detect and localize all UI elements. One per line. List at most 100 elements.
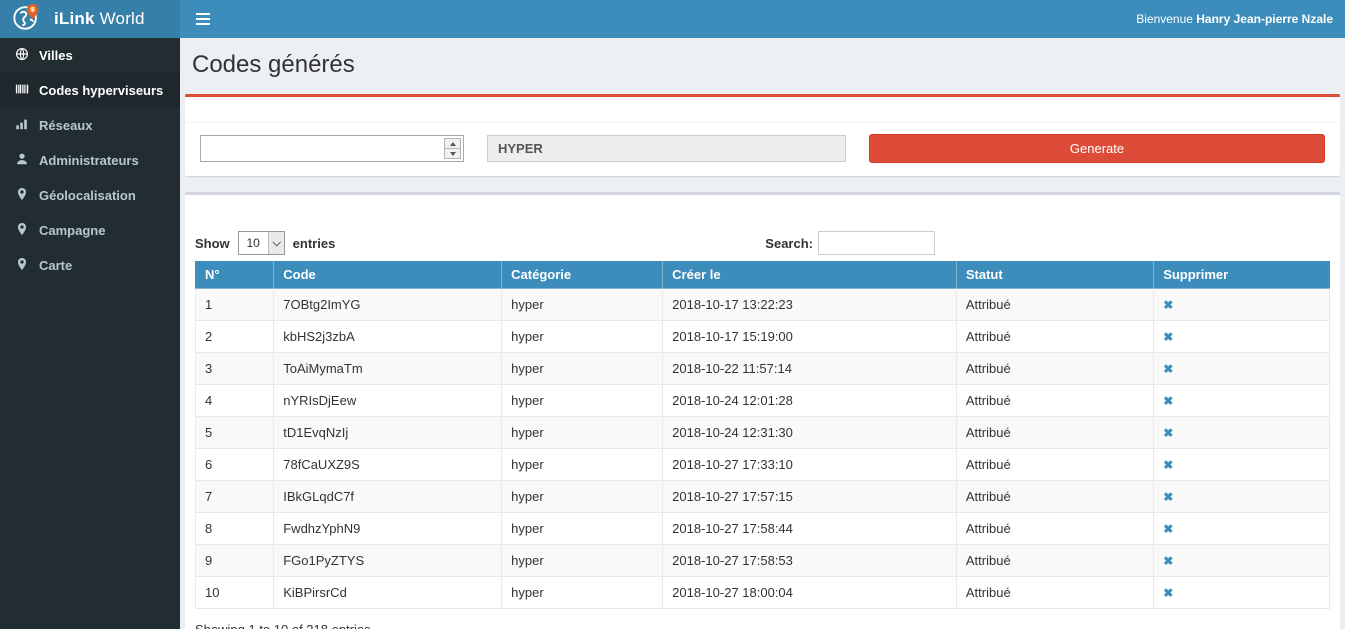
user-name: Hanry Jean-pierre Nzale: [1196, 12, 1333, 26]
cell-delete: ✖: [1154, 385, 1330, 417]
generate-button[interactable]: Generate: [869, 134, 1325, 163]
cell-num: 10: [196, 577, 274, 609]
sidebar-item-carte[interactable]: Carte: [0, 248, 180, 283]
cell-status: Attribué: [956, 481, 1153, 513]
search-input[interactable]: [818, 231, 935, 255]
table-body: 17OBtg2ImYGhyper2018-10-17 13:22:23Attri…: [196, 289, 1330, 609]
cell-code: FGo1PyZTYS: [274, 545, 502, 577]
main-content: Codes générés Generate Show 10: [180, 38, 1345, 629]
delete-icon[interactable]: ✖: [1163, 362, 1173, 376]
column-header[interactable]: N°: [196, 261, 274, 289]
column-header[interactable]: Catégorie: [502, 261, 663, 289]
sidebar-item-campagne[interactable]: Campagne: [0, 213, 180, 248]
codes-table: N°CodeCatégorieCréer leStatutSupprimer 1…: [195, 261, 1330, 609]
page-length-value: 10: [239, 236, 268, 250]
delete-icon[interactable]: ✖: [1163, 330, 1173, 344]
cell-status: Attribué: [956, 577, 1153, 609]
cell-delete: ✖: [1154, 545, 1330, 577]
cell-num: 1: [196, 289, 274, 321]
app-logo-area[interactable]: $ iLink World: [0, 0, 180, 38]
page-length-control: Show 10 entries: [195, 231, 335, 255]
show-label: Show: [195, 236, 230, 251]
sidebar-item-label: Campagne: [39, 223, 105, 238]
map-marker-icon: [15, 187, 29, 204]
cell-created: 2018-10-24 12:31:30: [663, 417, 957, 449]
cell-category: hyper: [502, 385, 663, 417]
stepper-controls[interactable]: [444, 138, 461, 159]
cell-created: 2018-10-27 17:58:44: [663, 513, 957, 545]
cell-category: hyper: [502, 545, 663, 577]
cell-created: 2018-10-17 15:19:00: [663, 321, 957, 353]
cell-created: 2018-10-24 12:01:28: [663, 385, 957, 417]
cell-num: 4: [196, 385, 274, 417]
quantity-stepper[interactable]: [200, 135, 464, 162]
cell-created: 2018-10-17 13:22:23: [663, 289, 957, 321]
page-title: Codes générés: [192, 51, 1333, 79]
cell-num: 9: [196, 545, 274, 577]
quantity-input[interactable]: [201, 136, 444, 161]
cell-category: hyper: [502, 417, 663, 449]
sidebar-item-codes-hyperviseurs[interactable]: Codes hyperviseurs: [0, 73, 180, 108]
cell-num: 7: [196, 481, 274, 513]
sidebar: Villes Codes hyperviseurs RéseauxAdministr…: [0, 38, 180, 629]
delete-icon[interactable]: ✖: [1163, 554, 1173, 568]
map-marker-icon: [15, 222, 29, 239]
cell-category: hyper: [502, 449, 663, 481]
table-header: N°CodeCatégorieCréer leStatutSupprimer: [196, 261, 1330, 289]
column-header[interactable]: Code: [274, 261, 502, 289]
cell-delete: ✖: [1154, 417, 1330, 449]
globe-icon: [15, 47, 29, 64]
cell-status: Attribué: [956, 449, 1153, 481]
table-row: 678fCaUXZ9Shyper2018-10-27 17:33:10Attri…: [196, 449, 1330, 481]
cell-delete: ✖: [1154, 289, 1330, 321]
delete-icon[interactable]: ✖: [1163, 298, 1173, 312]
cell-code: tD1EvqNzIj: [274, 417, 502, 449]
map-marker-icon: [15, 257, 29, 274]
cell-status: Attribué: [956, 289, 1153, 321]
cell-created: 2018-10-22 11:57:14: [663, 353, 957, 385]
delete-icon[interactable]: ✖: [1163, 522, 1173, 536]
cell-code: KiBPirsrCd: [274, 577, 502, 609]
sidebar-item-r-seaux[interactable]: Réseaux: [0, 108, 180, 143]
cell-delete: ✖: [1154, 577, 1330, 609]
column-header[interactable]: Statut: [956, 261, 1153, 289]
sidebar-item-villes[interactable]: Villes: [0, 38, 180, 73]
delete-icon[interactable]: ✖: [1163, 586, 1173, 600]
sidebar-toggle-icon[interactable]: [180, 0, 226, 38]
cell-created: 2018-10-27 18:00:04: [663, 577, 957, 609]
delete-icon[interactable]: ✖: [1163, 426, 1173, 440]
delete-icon[interactable]: ✖: [1163, 490, 1173, 504]
welcome-text: Bienvenue Hanry Jean-pierre Nzale: [1136, 12, 1345, 26]
chevron-down-icon: [268, 232, 284, 254]
cell-code: 78fCaUXZ9S: [274, 449, 502, 481]
table-row: 3ToAiMymaTmhyper2018-10-22 11:57:14Attri…: [196, 353, 1330, 385]
app-logo-icon: $: [12, 2, 42, 37]
sidebar-item-g-olocalisation[interactable]: Géolocalisation: [0, 178, 180, 213]
cell-code: kbHS2j3zbA: [274, 321, 502, 353]
generator-form: Generate: [185, 123, 1340, 176]
delete-icon[interactable]: ✖: [1163, 394, 1173, 408]
category-field: [487, 135, 846, 162]
cell-delete: ✖: [1154, 353, 1330, 385]
cell-status: Attribué: [956, 385, 1153, 417]
table-row: 10KiBPirsrCdhyper2018-10-27 18:00:04Attr…: [196, 577, 1330, 609]
sidebar-item-label: Villes: [39, 48, 73, 63]
user-icon: [15, 152, 29, 169]
table-box: Show 10 entries Search: N°CodeCatégorieC…: [185, 192, 1340, 629]
cell-status: Attribué: [956, 545, 1153, 577]
sidebar-item-label: Codes hyperviseurs: [39, 83, 163, 98]
cell-delete: ✖: [1154, 321, 1330, 353]
column-header[interactable]: Créer le: [663, 261, 957, 289]
stepper-down-icon[interactable]: [445, 149, 460, 158]
brand-title: iLink World: [54, 9, 145, 29]
cell-category: hyper: [502, 513, 663, 545]
cell-category: hyper: [502, 481, 663, 513]
delete-icon[interactable]: ✖: [1163, 458, 1173, 472]
table-summary: Showing 1 to 10 of 218 entries: [195, 622, 1330, 629]
sidebar-item-administrateurs[interactable]: Administrateurs: [0, 143, 180, 178]
column-header[interactable]: Supprimer: [1154, 261, 1330, 289]
stepper-up-icon[interactable]: [445, 139, 460, 149]
cell-category: hyper: [502, 289, 663, 321]
sidebar-item-label: Carte: [39, 258, 72, 273]
page-length-select[interactable]: 10: [238, 231, 285, 255]
